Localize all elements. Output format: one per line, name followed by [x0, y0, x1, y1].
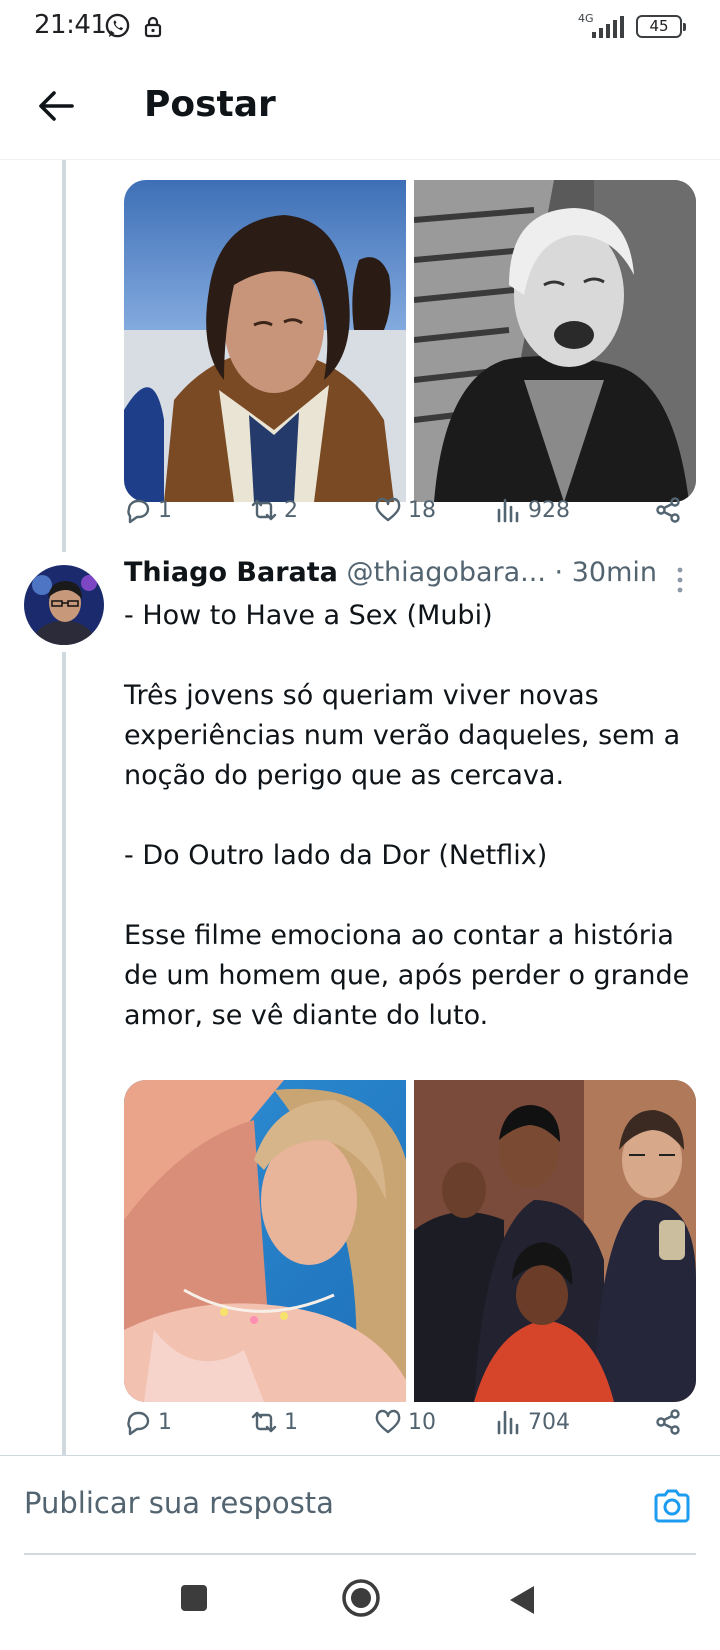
- view-count: 704: [528, 1409, 570, 1435]
- share-button[interactable]: [654, 1402, 682, 1442]
- analytics-icon: [497, 498, 519, 523]
- reply-count: 1: [158, 497, 172, 523]
- photo-friends-couch: [414, 1080, 696, 1402]
- thread-line: [62, 160, 66, 552]
- tweet-text-line: de um homem que, após perder o grande: [124, 960, 690, 991]
- back-arrow-icon[interactable]: [36, 86, 76, 126]
- tweet-image-2[interactable]: [414, 180, 696, 502]
- tweet-media-grid[interactable]: [124, 1080, 696, 1402]
- views-button[interactable]: 928: [494, 490, 570, 530]
- tweet-text-line: [124, 876, 694, 916]
- recent-apps-icon[interactable]: [180, 1584, 208, 1612]
- photo-man-jacket: [124, 180, 406, 502]
- tweet-media-grid[interactable]: [124, 180, 696, 502]
- tweet-text-line: - Do Outro lado da Dor (Netflix): [124, 840, 548, 871]
- tweet-text-line: [124, 636, 694, 676]
- tweet-text-line: Três jovens só queriam viver novas: [124, 680, 599, 711]
- system-nav-bar: [0, 1556, 720, 1650]
- heart-icon: [375, 497, 401, 522]
- conversation-feed[interactable]: 1 2 18 928 Thiago Barata @thiagobara... …: [0, 160, 720, 1455]
- tweet-image-1[interactable]: [124, 180, 406, 502]
- retweet-icon: [251, 1411, 277, 1433]
- reply-input[interactable]: Publicar sua resposta: [24, 1486, 334, 1520]
- reply-input-underline: [24, 1553, 696, 1555]
- tweet-time: 30min: [571, 557, 657, 588]
- share-icon: [656, 497, 680, 523]
- tweet-text-line: [124, 796, 694, 836]
- battery-indicator: 45: [636, 15, 686, 38]
- back-icon[interactable]: [508, 1584, 536, 1616]
- views-button[interactable]: 704: [494, 1402, 570, 1442]
- status-bar: 21:41 4G 45: [0, 0, 720, 54]
- tweet-text-line: amor, se vê diante do luto.: [124, 1000, 489, 1031]
- home-icon[interactable]: [341, 1578, 381, 1618]
- tweet-text: - How to Have a Sex (Mubi) Três jovens s…: [124, 596, 694, 1036]
- app-header: Postar: [0, 56, 720, 160]
- retweet-icon: [251, 499, 277, 521]
- signal-icon: [592, 16, 624, 38]
- status-time: 21:41: [34, 10, 107, 40]
- clipped-text-fragment: [236, 160, 306, 162]
- thread-line: [62, 652, 66, 1455]
- reply-composer[interactable]: Publicar sua resposta: [0, 1455, 720, 1555]
- tweet-header: Thiago Barata @thiagobara... · 30min: [124, 557, 694, 597]
- view-count: 928: [528, 497, 570, 523]
- share-button[interactable]: [654, 490, 682, 530]
- tweet-image-2[interactable]: [414, 1080, 696, 1402]
- avatar-image: [24, 565, 104, 645]
- retweet-button[interactable]: 2: [250, 490, 298, 530]
- tweet-actions: 1 1 10 704: [124, 1402, 696, 1442]
- reply-icon: [127, 1411, 150, 1436]
- heart-icon: [375, 1409, 401, 1434]
- retweet-count: 1: [284, 1409, 298, 1435]
- photo-woman-pool: [124, 1080, 406, 1402]
- reply-count: 1: [158, 1409, 172, 1435]
- whatsapp-icon: [105, 13, 130, 38]
- like-count: 18: [408, 497, 436, 523]
- reply-button[interactable]: 1: [124, 1402, 172, 1442]
- retweet-count: 2: [284, 497, 298, 523]
- reply-icon: [127, 499, 150, 524]
- avatar[interactable]: [24, 565, 104, 645]
- page-title: Postar: [144, 84, 276, 125]
- tweet-text-line: noção do perigo que as cercava.: [124, 760, 565, 791]
- tweet-text-line: experiências num verão daqueles, sem a: [124, 720, 681, 751]
- tweet-image-1[interactable]: [124, 1080, 406, 1402]
- tweet-actions: 1 2 18 928: [124, 490, 696, 530]
- author-handle[interactable]: @thiagobara...: [346, 557, 545, 588]
- reply-button[interactable]: 1: [124, 490, 172, 530]
- like-button[interactable]: 18: [374, 490, 436, 530]
- retweet-button[interactable]: 1: [250, 1402, 298, 1442]
- share-icon: [656, 1409, 680, 1435]
- tweet-text-line: - How to Have a Sex (Mubi): [124, 600, 493, 631]
- like-count: 10: [408, 1409, 436, 1435]
- analytics-icon: [497, 1410, 519, 1435]
- like-button[interactable]: 10: [374, 1402, 436, 1442]
- more-options-icon[interactable]: [674, 565, 686, 595]
- photo-smiling-woman: [414, 180, 696, 502]
- author-name[interactable]: Thiago Barata: [124, 557, 338, 588]
- separator-dot: ·: [554, 557, 564, 588]
- camera-icon[interactable]: [652, 1486, 692, 1526]
- lock-icon: [144, 16, 162, 38]
- tweet-text-line: Esse filme emociona ao contar a história: [124, 920, 674, 951]
